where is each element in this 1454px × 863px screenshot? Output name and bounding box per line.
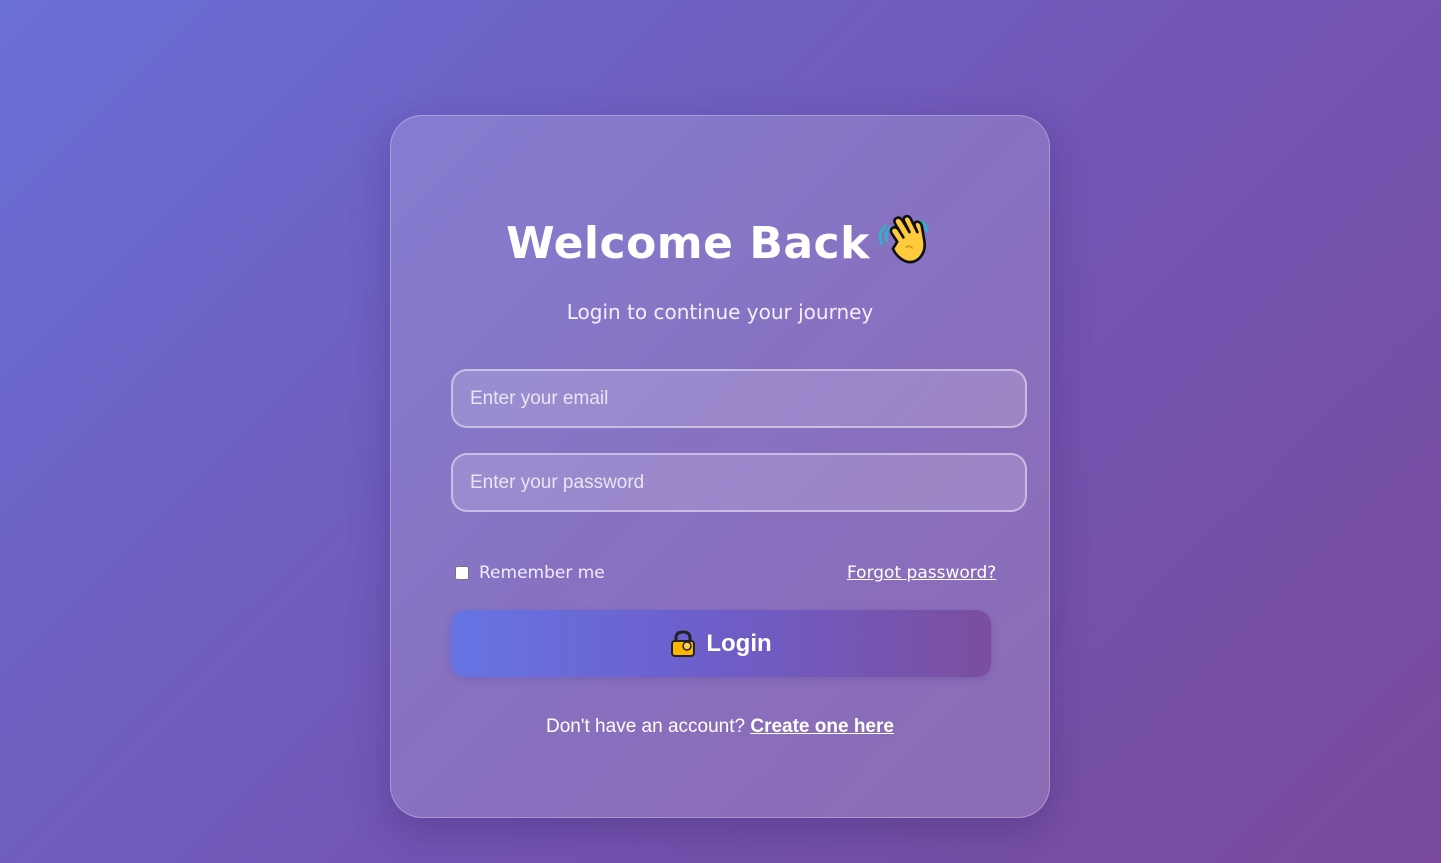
title-text: Welcome Back <box>506 218 870 269</box>
signup-row: Don't have an account? Create one here <box>0 716 1440 738</box>
page-title: Welcome Back <box>0 212 1440 269</box>
waving-hand-icon <box>878 214 929 264</box>
right-edge-strip <box>1441 0 1454 863</box>
remember-me-option[interactable]: Remember me <box>455 563 605 583</box>
email-input[interactable] <box>451 369 1027 428</box>
page-subtitle: Login to continue your journey <box>566 300 874 324</box>
create-account-link[interactable]: Create one here <box>750 716 894 737</box>
password-input[interactable] <box>451 453 1027 512</box>
forgot-password-link[interactable]: Forgot password? <box>847 563 996 583</box>
remember-me-checkbox[interactable] <box>455 566 469 580</box>
signup-prompt: Don't have an account? <box>546 716 746 737</box>
login-button-label: Login <box>706 629 772 657</box>
lock-icon <box>671 629 696 657</box>
remember-me-label: Remember me <box>479 563 605 583</box>
login-button[interactable]: Login <box>451 610 991 677</box>
